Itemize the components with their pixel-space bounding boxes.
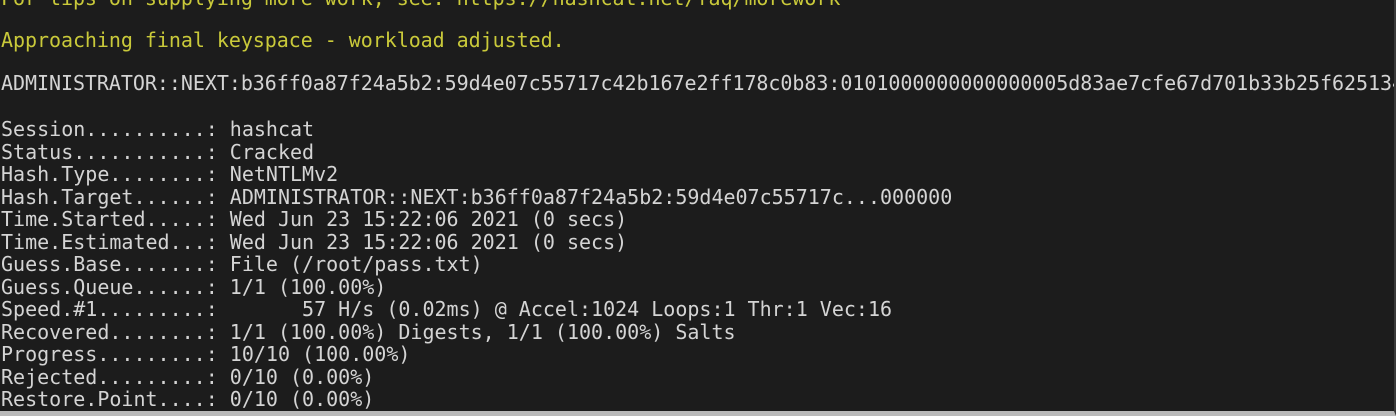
status-row-status: Status...........: Cracked [1, 139, 952, 164]
cracked-hash-line: ADMINISTRATOR::NEXT:b36ff0a87f24a5b2:59d… [1, 71, 1396, 95]
status-label: Rejected......... [1, 364, 206, 389]
status-label: Guess.Base....... [1, 252, 206, 276]
separator: : [205, 207, 230, 231]
status-label: Recovered........ [1, 319, 206, 344]
separator: : [205, 364, 230, 389]
status-value: Wed Jun 23 15:22:06 2021 (0 secs) [229, 229, 628, 254]
status-label: Progress......... [1, 342, 206, 366]
status-value: Wed Jun 23 15:22:06 2021 (0 secs) [229, 207, 628, 231]
status-label: Session.......... [1, 117, 206, 141]
status-value: 1/1 (100.00%) [229, 274, 387, 299]
keyspace-notice: Approaching final keyspace - workload ad… [1, 28, 565, 52]
separator: : [205, 162, 230, 186]
status-label: Speed.#1......... [1, 297, 206, 321]
status-row-hash-target: Hash.Target......: ADMINISTRATOR::NEXT:b… [1, 184, 953, 209]
separator: : [205, 252, 230, 276]
status-value: 0/10 (0.00%) [229, 364, 375, 389]
separator: : [205, 229, 230, 254]
separator: : [205, 387, 230, 411]
status-value: 10/10 (100.00%) [229, 342, 411, 366]
separator: : [205, 184, 230, 209]
status-label: Restore.Point.... [1, 387, 206, 411]
status-row-progress: Progress.........: 10/10 (100.00%) [1, 343, 952, 366]
status-value: Cracked [229, 139, 315, 164]
status-row-time-started: Time.Started.....: Wed Jun 23 15:22:06 2… [1, 208, 952, 231]
separator: : [205, 297, 230, 321]
status-label: Guess.Queue...... [1, 274, 206, 299]
separator: : [205, 139, 230, 164]
status-label: Time.Estimated... [1, 229, 206, 254]
partial-tip-line: For tips on supplying more work, see: ht… [1, 0, 840, 10]
status-row-guess-queue: Guess.Queue......: 1/1 (100.00%) [1, 274, 952, 299]
status-label: Time.Started..... [1, 207, 206, 231]
status-value: NetNTLMv2 [229, 162, 339, 186]
separator: : [205, 274, 230, 299]
terminal-window[interactable]: For tips on supplying more work, see: ht… [0, 0, 1396, 416]
status-label: Hash.Target...... [1, 184, 206, 209]
status-row-restore-point: Restore.Point....: 0/10 (0.00%) [1, 388, 952, 411]
status-row-rejected: Rejected.........: 0/10 (0.00%) [1, 364, 952, 389]
status-value: File (/root/pass.txt) [229, 252, 483, 276]
status-value: 0/10 (0.00%) [229, 387, 375, 411]
separator: : [205, 342, 230, 366]
status-row-guess-base: Guess.Base.......: File (/root/pass.txt) [1, 253, 952, 276]
status-value: hashcat [229, 117, 315, 141]
status-row-recovered: Recovered........: 1/1 (100.00%) Digests… [1, 319, 952, 344]
status-value: 57 H/s (0.02ms) @ Accel:1024 Loops:1 Thr… [229, 297, 893, 321]
status-row-time-estimated: Time.Estimated...: Wed Jun 23 15:22:06 2… [1, 229, 952, 254]
status-row-speed-1: Speed.#1.........: 57 H/s (0.02ms) @ Acc… [1, 298, 952, 321]
separator: : [205, 117, 230, 141]
status-value: ADMINISTRATOR::NEXT:b36ff0a87f24a5b2:59d… [229, 184, 953, 209]
separator: : [205, 319, 230, 344]
status-label: Status........... [1, 139, 206, 164]
status-row-hash-type: Hash.Type........: NetNTLMv2 [1, 163, 952, 186]
status-block: Session..........: hashcat Status........… [1, 118, 952, 411]
status-value: 1/1 (100.00%) Digests, 1/1 (100.00%) Sal… [229, 319, 736, 344]
status-row-session: Session..........: hashcat [1, 118, 952, 141]
status-label: Hash.Type........ [1, 162, 206, 186]
